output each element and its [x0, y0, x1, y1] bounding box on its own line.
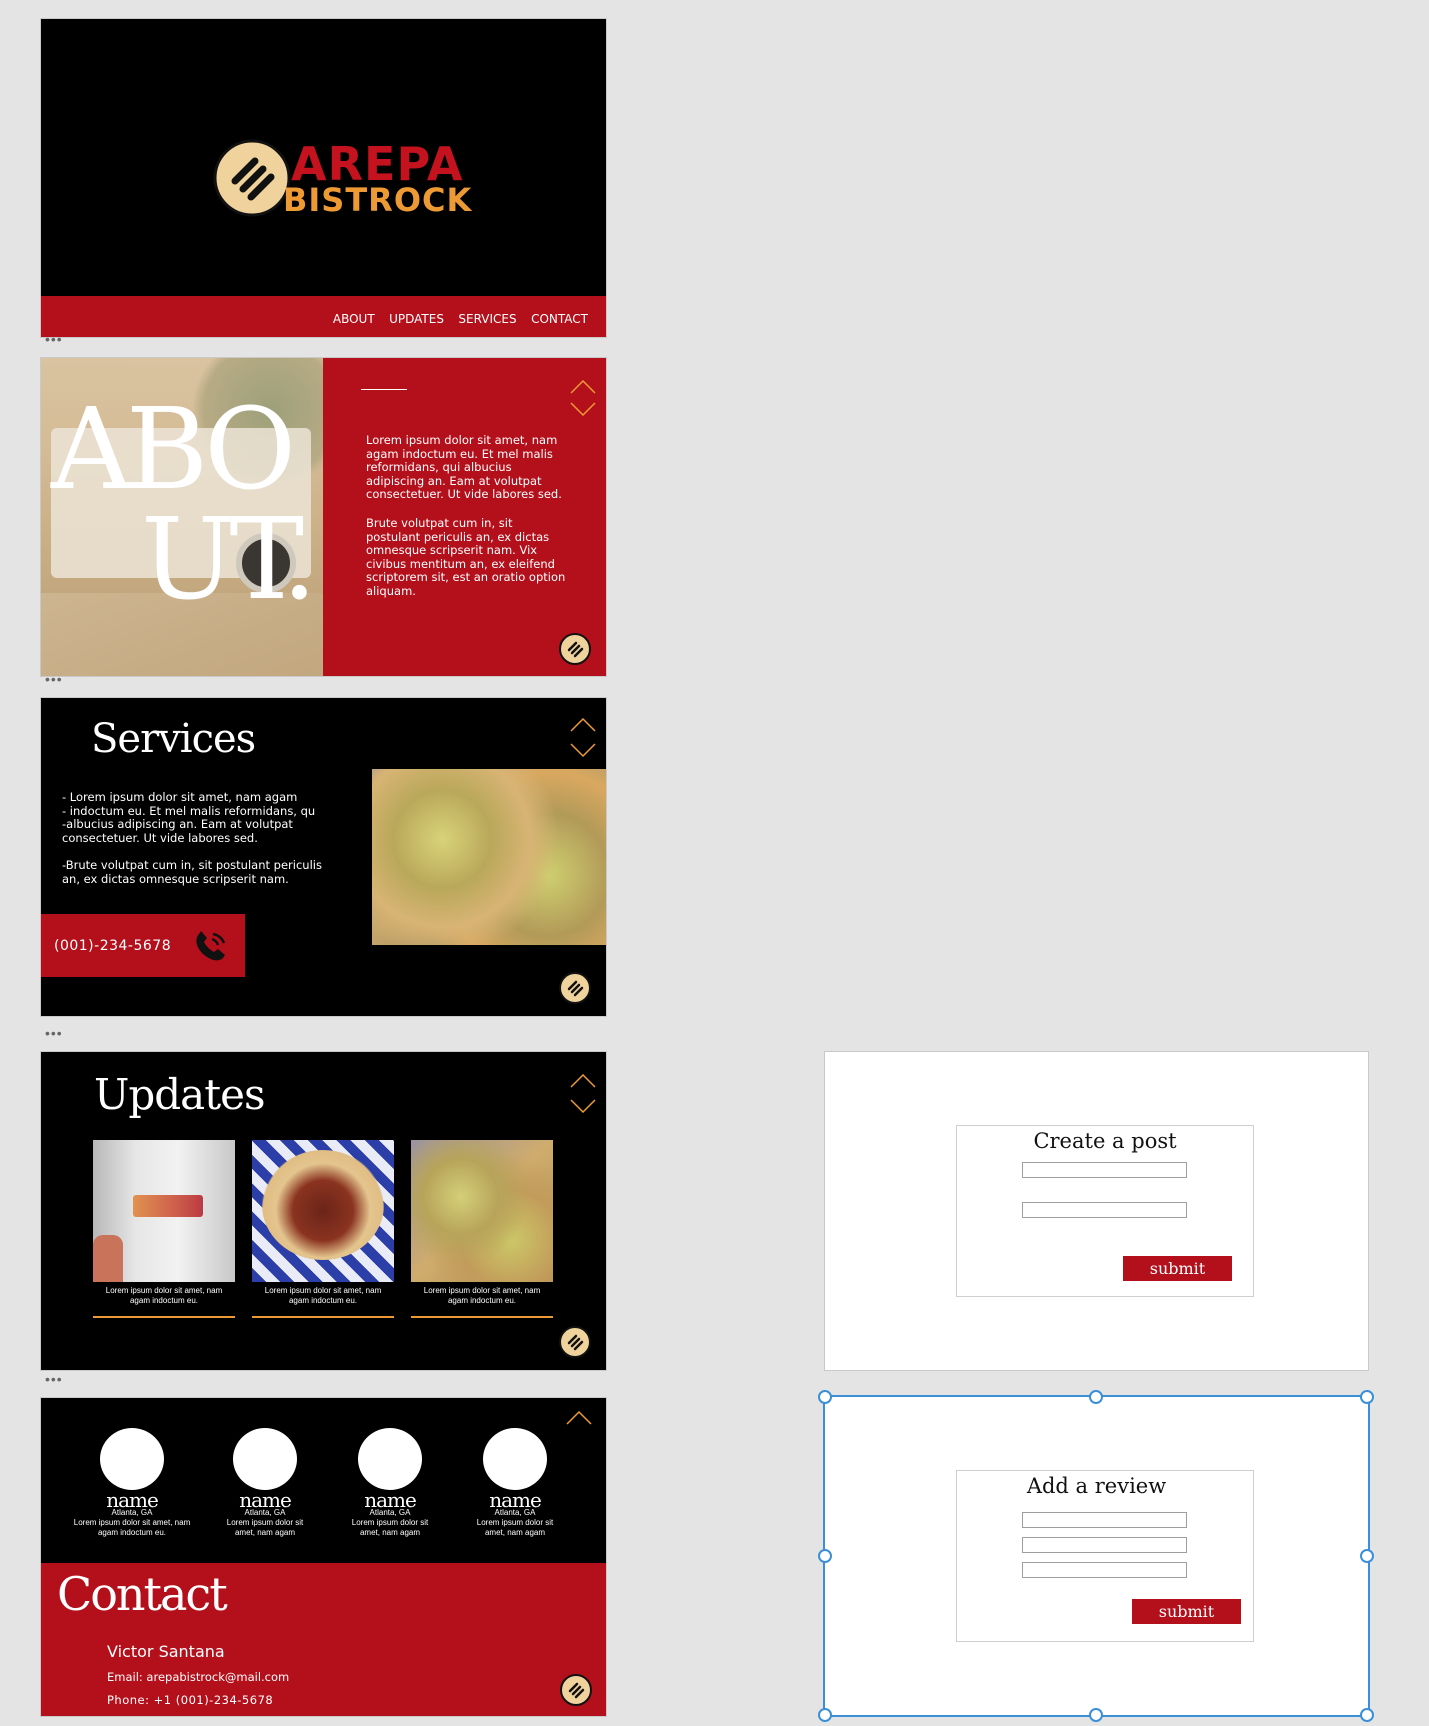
chevron-up-icon[interactable] — [566, 1411, 592, 1425]
contact-phone: Phone: +1 (001)-234-5678 — [107, 1693, 274, 1707]
slide-about[interactable]: ABO UT. Lorem ipsum dolor sit amet, nam … — [41, 358, 606, 676]
phone-number: (001)-234-5678 — [54, 938, 172, 954]
services-list: - Lorem ipsum dolor sit amet, nam agam -… — [62, 790, 332, 845]
nav-about[interactable]: ABOUT — [333, 312, 375, 326]
member-desc: Lorem ipsum dolor sit amet, nam agam — [226, 1518, 304, 1537]
resize-handle-top-center[interactable] — [1089, 1390, 1103, 1404]
create-post-title: Create a post — [1033, 1129, 1177, 1153]
nav-contact[interactable]: CONTACT — [531, 312, 588, 326]
nav-updates[interactable]: UPDATES — [389, 312, 444, 326]
resize-handle-bottom-center[interactable] — [1089, 1708, 1103, 1722]
resize-handle-middle-right[interactable] — [1360, 1549, 1374, 1563]
post-submit-button[interactable]: submit — [1123, 1256, 1232, 1281]
update-photo — [252, 1140, 394, 1282]
member-desc: Lorem ipsum dolor sit amet, nam agam — [476, 1518, 554, 1537]
update-photo — [93, 1140, 235, 1282]
services-bullet: -albucius adipiscing an. Eam at volutpat — [62, 817, 293, 831]
update-card[interactable]: Lorem ipsum dolor sit amet, nam agam ind… — [411, 1140, 553, 1322]
slide-home[interactable]: AREPA BISTROCK ABOUT UPDATES SERVICES CO… — [41, 19, 606, 337]
add-review-title: Add a review — [1026, 1474, 1167, 1498]
member-location: Atlanta, GA — [111, 1508, 153, 1517]
badge-icon — [559, 1326, 591, 1358]
nav-services[interactable]: SERVICES — [458, 312, 516, 326]
chevron-up-icon[interactable] — [570, 718, 596, 732]
update-caption: Lorem ipsum dolor sit amet, nam agam ind… — [423, 1286, 541, 1305]
slide-options-dots[interactable]: ••• — [45, 1026, 63, 1040]
avatar — [483, 1428, 547, 1490]
about-para-1: Lorem ipsum dolor sit amet, nam agam ind… — [366, 433, 562, 501]
resize-handle-bottom-left[interactable] — [818, 1708, 832, 1722]
services-para-2: -Brute volutpat cum in, sit postulant pe… — [62, 858, 322, 886]
update-card[interactable]: Lorem ipsum dolor sit amet, nam agam ind… — [93, 1140, 235, 1322]
review-rating-input[interactable] — [1022, 1537, 1187, 1553]
badge-icon — [559, 633, 591, 665]
chevron-up-icon[interactable] — [570, 1074, 596, 1088]
update-card[interactable]: Lorem ipsum dolor sit amet, nam agam ind… — [252, 1140, 394, 1322]
about-photo: ABO UT. — [41, 358, 323, 676]
update-caption: Lorem ipsum dolor sit amet, nam agam ind… — [105, 1286, 223, 1305]
avatar — [358, 1428, 422, 1490]
slide-options-dots[interactable]: ••• — [45, 332, 63, 346]
member-desc: Lorem ipsum dolor sit amet, nam agam ind… — [73, 1518, 191, 1537]
contact-name: Victor Santana — [107, 1642, 225, 1661]
chevron-down-icon[interactable] — [570, 1099, 596, 1113]
about-heading-line2: UT. — [141, 495, 317, 625]
add-review-form: Add a review submit — [956, 1470, 1254, 1642]
update-caption: Lorem ipsum dolor sit amet, nam agam ind… — [264, 1286, 382, 1305]
member-location: Atlanta, GA — [244, 1508, 286, 1517]
post-title-input[interactable] — [1022, 1162, 1187, 1178]
arepa-logo-icon — [213, 139, 291, 217]
member-location: Atlanta, GA — [494, 1508, 536, 1517]
services-bullet: consectetuer. Ut vide labores sed. — [62, 830, 258, 845]
review-name-input[interactable] — [1022, 1512, 1187, 1528]
post-body-input[interactable] — [1022, 1202, 1187, 1218]
about-heading-line1: ABO — [51, 385, 296, 515]
services-food-photo — [372, 769, 606, 945]
chevron-down-icon[interactable] — [570, 402, 596, 416]
create-post-frame[interactable]: Create a post submit — [825, 1052, 1368, 1370]
resize-handle-bottom-right[interactable] — [1360, 1708, 1374, 1722]
services-bullet: - Lorem ipsum dolor sit amet, nam agam — [62, 790, 298, 804]
chevron-up-icon[interactable] — [570, 380, 596, 394]
updates-title: Updates — [94, 1070, 265, 1119]
update-underline — [252, 1316, 394, 1318]
divider-line — [361, 389, 407, 390]
phone-icon — [196, 931, 226, 961]
resize-handle-top-right[interactable] — [1360, 1390, 1374, 1404]
review-submit-button[interactable]: submit — [1132, 1599, 1241, 1624]
services-title: Services — [91, 716, 256, 762]
review-text-input[interactable] — [1022, 1562, 1187, 1578]
add-review-frame[interactable]: Add a review submit — [825, 1397, 1368, 1715]
member-desc: Lorem ipsum dolor sit amet, nam agam — [351, 1518, 429, 1537]
about-para-2: Brute volutpat cum in, sit postulant per… — [366, 516, 566, 598]
contact-section: Contact Victor Santana Email: arepabistr… — [41, 1563, 606, 1716]
update-underline — [411, 1316, 553, 1318]
slide-contact[interactable]: name Atlanta, GA Lorem ipsum dolor sit a… — [41, 1398, 606, 1716]
slide-updates[interactable]: Updates Lorem ipsum dolor sit amet, nam … — [41, 1052, 606, 1370]
badge-icon — [559, 972, 591, 1004]
avatar — [100, 1428, 164, 1490]
logo-text-bistrock: BISTROCK — [283, 181, 473, 219]
slide-options-dots[interactable]: ••• — [45, 1372, 63, 1386]
badge-icon — [560, 1674, 592, 1706]
contact-email: Email: arepabistrock@mail.com — [107, 1670, 290, 1684]
slide-services[interactable]: Services - Lorem ipsum dolor sit amet, n… — [41, 698, 606, 1016]
top-nav: ABOUT UPDATES SERVICES CONTACT — [41, 296, 606, 337]
resize-handle-middle-left[interactable] — [818, 1549, 832, 1563]
chevron-down-icon[interactable] — [570, 743, 596, 757]
update-photo — [411, 1140, 553, 1282]
contact-title: Contact — [57, 1567, 228, 1621]
phone-button[interactable]: (001)-234-5678 — [41, 914, 245, 977]
resize-handle-top-left[interactable] — [818, 1390, 832, 1404]
services-bullet: - indoctum eu. Et mel malis reformidans,… — [62, 803, 316, 818]
logo: AREPA BISTROCK — [211, 137, 471, 227]
create-post-form: Create a post submit — [956, 1125, 1254, 1297]
slide-options-dots[interactable]: ••• — [45, 672, 63, 686]
avatar — [233, 1428, 297, 1490]
member-location: Atlanta, GA — [369, 1508, 411, 1517]
update-underline — [93, 1316, 235, 1318]
